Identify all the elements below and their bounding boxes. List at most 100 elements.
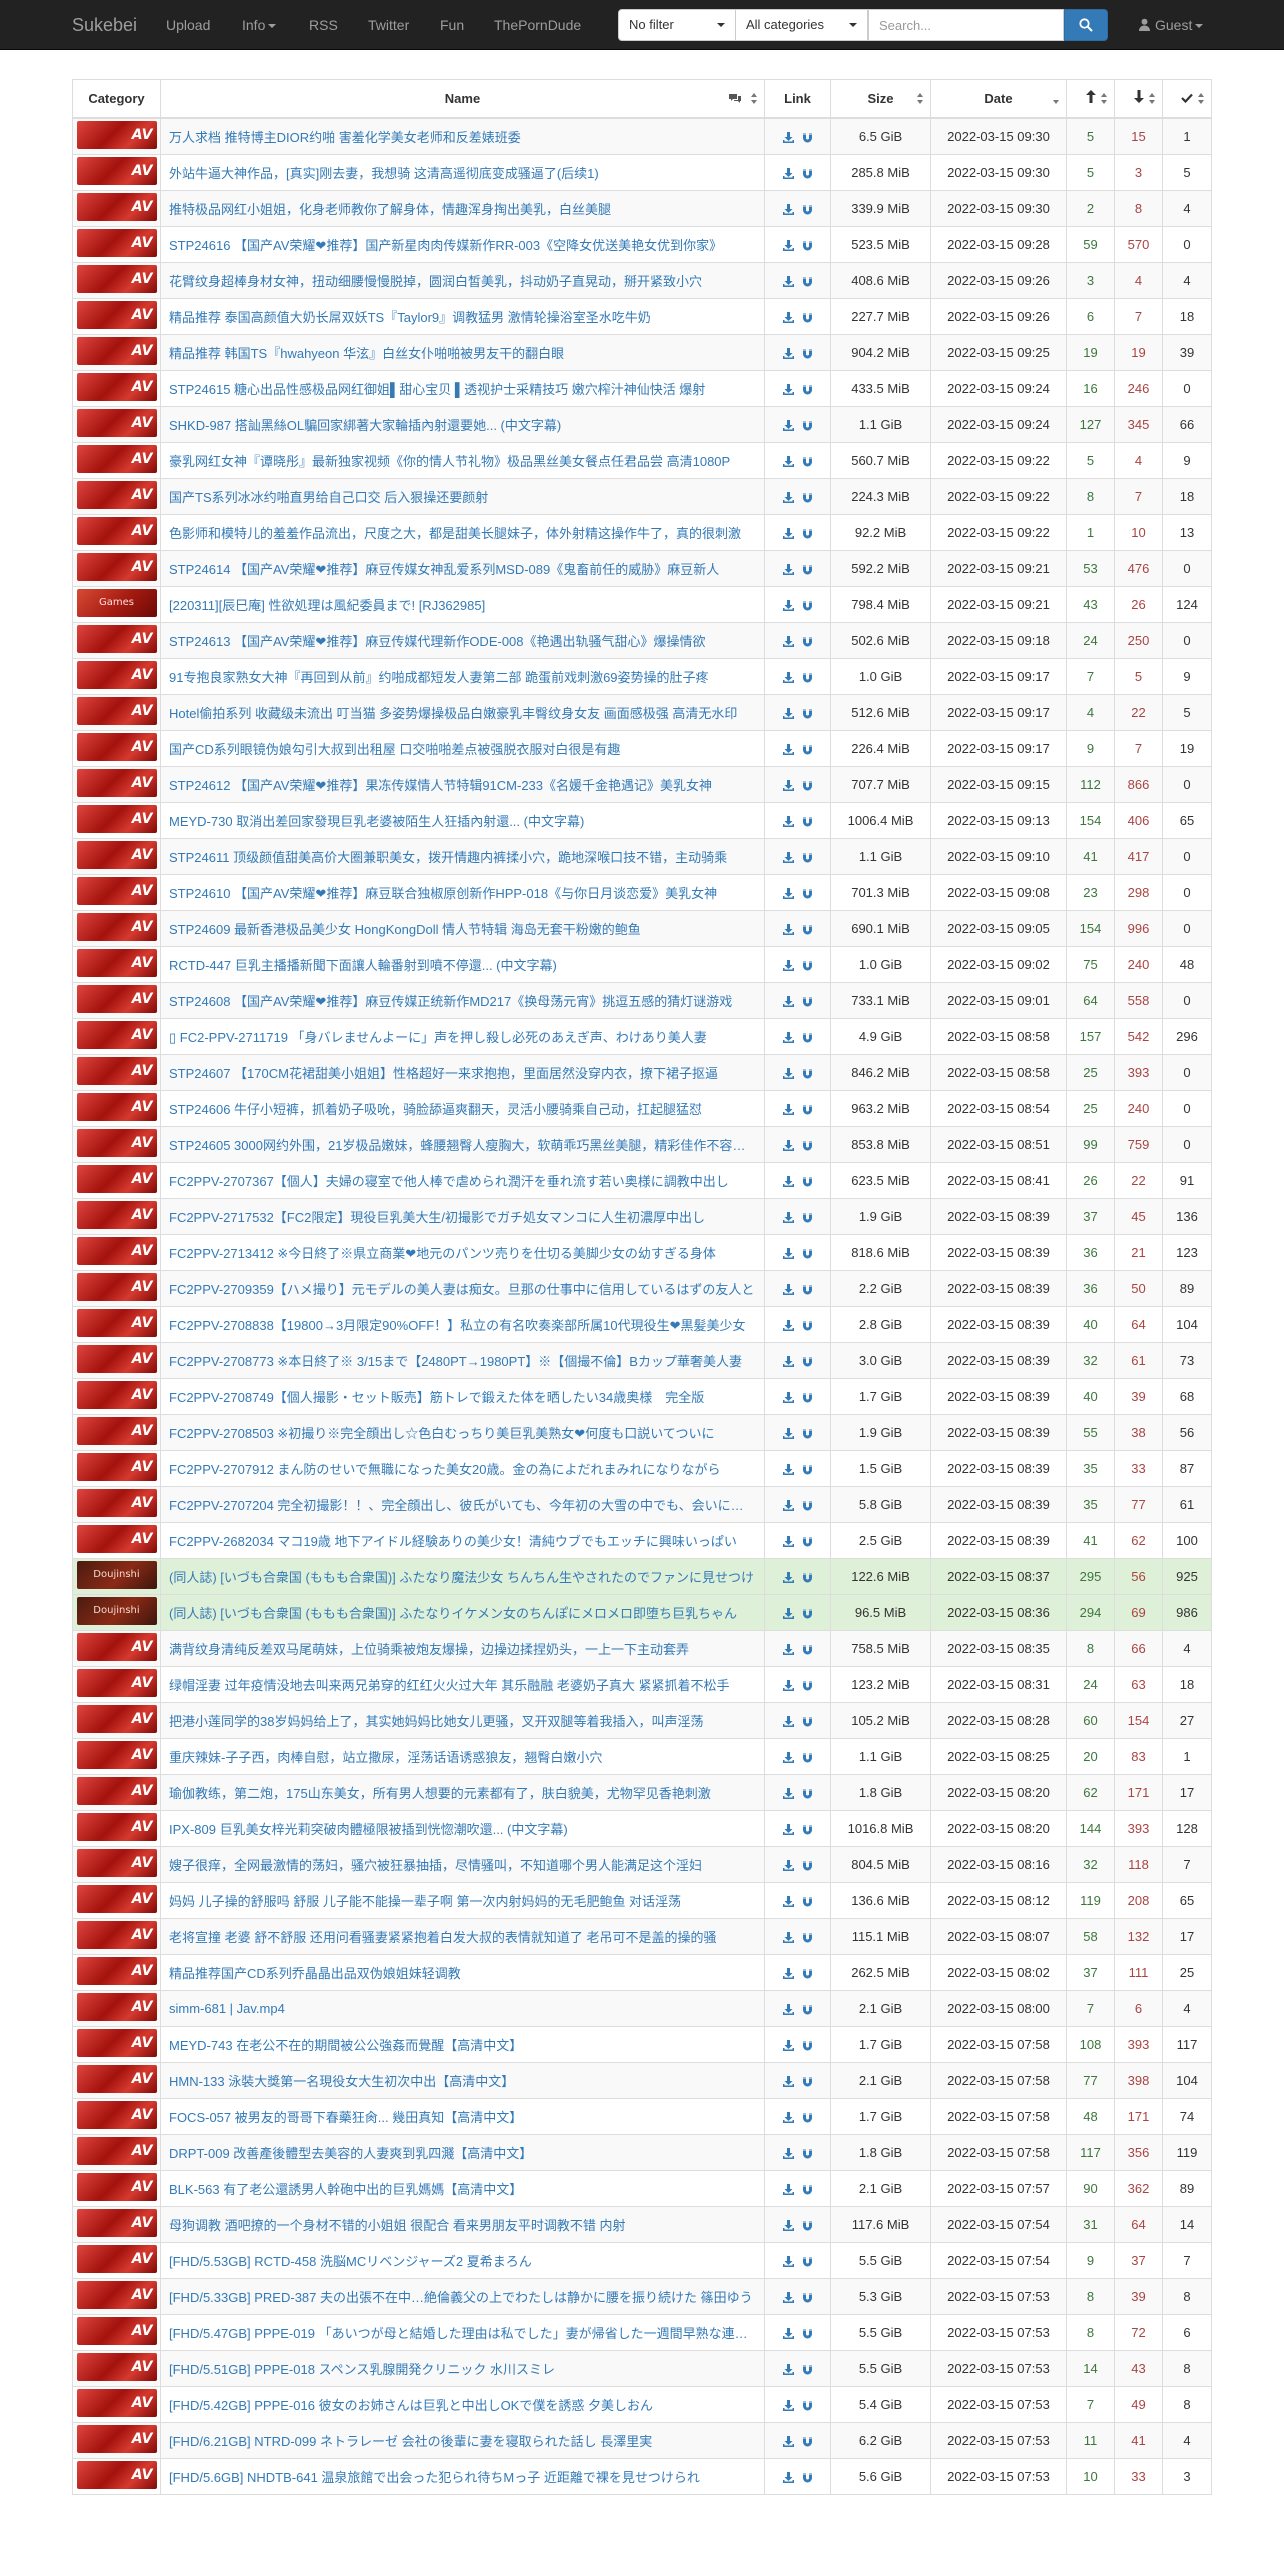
- download-icon[interactable]: [782, 707, 794, 719]
- category-badge[interactable]: AV: [76, 984, 157, 1013]
- magnet-icon[interactable]: [802, 2328, 813, 2339]
- torrent-name-link[interactable]: 妈妈 儿子操的舒服吗 舒服 儿子能不能操一辈子啊 第一次内射妈妈的无毛肥鲍鱼 对…: [160, 1881, 765, 1919]
- magnet-icon[interactable]: [802, 420, 813, 431]
- torrent-name-link[interactable]: ▯ FC2-PPV-2711719 「身バレませんよーに」声を押し殺し必死のあえ…: [160, 1017, 765, 1055]
- torrent-name-link[interactable]: FC2PPV-2707367【個人】夫婦の寝室で他人棒で虐められ潤汗を垂れ流す若…: [160, 1161, 765, 1199]
- category-badge[interactable]: Doujinshi: [76, 1560, 157, 1589]
- category-badge[interactable]: AV: [76, 264, 157, 293]
- torrent-name-link[interactable]: STP24610 【国产AV荣耀❤推荐】麻豆联合独椒原创新作HPP-018《与你…: [160, 873, 765, 911]
- category-badge[interactable]: AV: [76, 1740, 157, 1769]
- torrent-name-link[interactable]: 推特极品网红小姐姐，化身老师教你了解身体，情趣浑身掏出美乳，白丝美腿: [160, 189, 765, 227]
- col-date[interactable]: Date: [930, 79, 1067, 119]
- category-badge[interactable]: Doujinshi: [76, 1596, 157, 1625]
- torrent-name-link[interactable]: FC2PPV-2682034 マコ19歳 地下アイドル経験ありの美少女！清純ウブ…: [160, 1521, 765, 1559]
- torrent-name-link[interactable]: FC2PPV-2708749【個人撮影・セット販売】筋トレで鍛えた体を晒したい3…: [160, 1377, 765, 1415]
- brand-logo[interactable]: Sukebei: [72, 0, 137, 50]
- category-badge[interactable]: AV: [76, 1020, 157, 1049]
- magnet-icon[interactable]: [802, 2184, 813, 2195]
- download-icon[interactable]: [782, 1427, 794, 1439]
- download-icon[interactable]: [782, 563, 794, 575]
- download-icon[interactable]: [782, 2183, 794, 2195]
- torrent-name-link[interactable]: IPX-809 巨乳美女梓光莉突破肉體極限被插到恍惚潮吹還... (中文字幕): [160, 1809, 765, 1847]
- col-completed[interactable]: [1162, 79, 1212, 119]
- torrent-name-link[interactable]: 精品推荐 韩国TS『hwahyeon 华泫』白丝女仆啪啪被男友干的翻白眼: [160, 333, 765, 371]
- magnet-icon[interactable]: [802, 1320, 813, 1331]
- magnet-icon[interactable]: [802, 2400, 813, 2411]
- magnet-icon[interactable]: [802, 960, 813, 971]
- magnet-icon[interactable]: [802, 2472, 813, 2483]
- magnet-icon[interactable]: [802, 2148, 813, 2159]
- download-icon[interactable]: [782, 1751, 794, 1763]
- torrent-name-link[interactable]: FC2PPV-2717532【FC2限定】現役巨乳美大生/初撮影でガチ処女マンコ…: [160, 1197, 765, 1235]
- category-badge[interactable]: AV: [76, 156, 157, 185]
- category-badge[interactable]: AV: [76, 2388, 157, 2417]
- category-badge[interactable]: AV: [76, 408, 157, 437]
- torrent-name-link[interactable]: 国产TS系列冰冰约啪直男给自己口交 后入狠操还要颜射: [160, 477, 765, 515]
- magnet-icon[interactable]: [802, 1752, 813, 1763]
- category-badge[interactable]: AV: [76, 2028, 157, 2057]
- torrent-name-link[interactable]: 绿帽淫妻 过年疫情没地去叫来两兄弟穿的红红火火过大年 其乐融融 老婆奶子真大 紧…: [160, 1665, 765, 1703]
- magnet-icon[interactable]: [802, 1536, 813, 1547]
- download-icon[interactable]: [782, 275, 794, 287]
- download-icon[interactable]: [782, 1715, 794, 1727]
- download-icon[interactable]: [782, 599, 794, 611]
- download-icon[interactable]: [782, 383, 794, 395]
- torrent-name-link[interactable]: STP24605 3000网约外围，21岁极品嫩妹，蜂腰翘臀人瘦胸大，软萌乖巧黑…: [160, 1125, 765, 1163]
- download-icon[interactable]: [782, 923, 794, 935]
- magnet-icon[interactable]: [802, 132, 813, 143]
- download-icon[interactable]: [782, 1283, 794, 1295]
- download-icon[interactable]: [782, 851, 794, 863]
- download-icon[interactable]: [782, 2327, 794, 2339]
- torrent-name-link[interactable]: [FHD/5.33GB] PRED-387 夫の出張不在中…絶倫義父の上でわたし…: [160, 2277, 765, 2315]
- category-badge[interactable]: AV: [76, 2208, 157, 2237]
- download-icon[interactable]: [782, 2147, 794, 2159]
- torrent-name-link[interactable]: 花臂纹身超棒身材女神，扭动细腰慢慢脱掉，圆润白皙美乳，抖动奶子直晃动，掰开紧致小…: [160, 261, 765, 299]
- category-badge[interactable]: AV: [76, 2280, 157, 2309]
- torrent-name-link[interactable]: (同人誌) [いづも合衆国 (ももも合衆国)] ふたなりイケメン女のちんぽにメロ…: [160, 1593, 765, 1631]
- magnet-icon[interactable]: [802, 2256, 813, 2267]
- category-badge[interactable]: AV: [76, 696, 157, 725]
- magnet-icon[interactable]: [802, 924, 813, 935]
- download-icon[interactable]: [782, 1931, 794, 1943]
- category-badge[interactable]: AV: [76, 1344, 157, 1373]
- magnet-icon[interactable]: [802, 528, 813, 539]
- nav-upload[interactable]: Upload: [166, 0, 210, 50]
- category-badge[interactable]: AV: [76, 444, 157, 473]
- magnet-icon[interactable]: [802, 1968, 813, 1979]
- magnet-icon[interactable]: [802, 852, 813, 863]
- download-icon[interactable]: [782, 1535, 794, 1547]
- magnet-icon[interactable]: [802, 672, 813, 683]
- torrent-name-link[interactable]: (同人誌) [いづも合衆国 (ももも合衆国)] ふたなり魔法少女 ちんちん生やさ…: [160, 1557, 765, 1595]
- download-icon[interactable]: [782, 635, 794, 647]
- torrent-name-link[interactable]: STP24612 【国产AV荣耀❤推荐】果冻传媒情人节特辑91CM-233《名媛…: [160, 765, 765, 803]
- torrent-name-link[interactable]: simm-681 | Jav.mp4: [160, 1989, 765, 2027]
- torrent-name-link[interactable]: FC2PPV-2708838【19800→3月限定90%OFF！】私立の有名吹奏…: [160, 1305, 765, 1343]
- magnet-icon[interactable]: [802, 636, 813, 647]
- category-badge[interactable]: AV: [76, 1128, 157, 1157]
- search-button[interactable]: [1064, 9, 1108, 41]
- nav-rss[interactable]: RSS: [309, 0, 338, 50]
- download-icon[interactable]: [782, 2039, 794, 2051]
- magnet-icon[interactable]: [802, 2220, 813, 2231]
- torrent-name-link[interactable]: STP24607 【170CM花裙甜美小姐姐】性格超好一来求抱抱，里面居然没穿内…: [160, 1053, 765, 1091]
- download-icon[interactable]: [782, 2111, 794, 2123]
- torrent-name-link[interactable]: 豪乳网红女神『谭晓彤』最新独家视频《你的情人节礼物》极品黑丝美女餐点任君品尝 高…: [160, 441, 765, 479]
- category-badge[interactable]: AV: [76, 516, 157, 545]
- torrent-name-link[interactable]: 满背纹身清纯反差双马尾萌妹，上位骑乘被炮友爆操，边操边揉捏奶头，一上一下主动套弄: [160, 1629, 765, 1667]
- torrent-name-link[interactable]: 把港小莲同学的38岁妈妈给上了，其实她妈妈比她女儿更骚，叉开双腿等着我插入，叫声…: [160, 1701, 765, 1739]
- category-badge[interactable]: AV: [76, 1092, 157, 1121]
- magnet-icon[interactable]: [802, 1248, 813, 1259]
- category-badge[interactable]: AV: [76, 1920, 157, 1949]
- magnet-icon[interactable]: [802, 312, 813, 323]
- category-badge[interactable]: AV: [76, 480, 157, 509]
- download-icon[interactable]: [782, 995, 794, 1007]
- category-badge[interactable]: AV: [76, 1632, 157, 1661]
- category-badge[interactable]: AV: [76, 660, 157, 689]
- download-icon[interactable]: [782, 959, 794, 971]
- torrent-name-link[interactable]: 老将宣撞 老婆 舒不舒服 还用问看骚妻紧紧抱着白发大叔的表情就知道了 老吊可不是…: [160, 1917, 765, 1955]
- magnet-icon[interactable]: [802, 1428, 813, 1439]
- magnet-icon[interactable]: [802, 204, 813, 215]
- col-size[interactable]: Size: [830, 79, 931, 119]
- download-icon[interactable]: [782, 1859, 794, 1871]
- category-badge[interactable]: AV: [76, 192, 157, 221]
